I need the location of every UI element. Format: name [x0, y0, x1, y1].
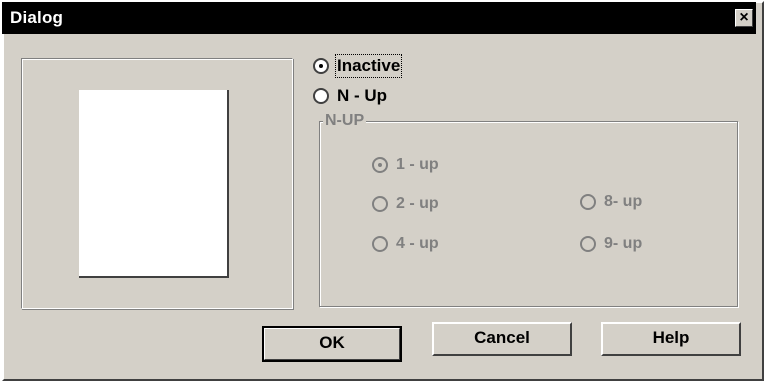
radio-1-up-label: 1 - up: [396, 156, 439, 173]
radio-inactive[interactable]: Inactive: [313, 54, 403, 78]
title-bar[interactable]: Dialog ×: [2, 2, 756, 34]
radio-4-up-indicator[interactable]: [372, 236, 388, 252]
radio-9-up-label: 9- up: [604, 235, 643, 252]
radio-4-up-label: 4 - up: [396, 235, 439, 252]
ok-button[interactable]: OK: [262, 326, 402, 362]
radio-8-up[interactable]: 8- up: [580, 193, 642, 211]
page-preview: [79, 90, 229, 278]
window-title: Dialog: [10, 8, 64, 27]
radio-9-up[interactable]: 9- up: [580, 235, 642, 253]
radio-8-up-label: 8- up: [604, 193, 643, 210]
radio-1-up-indicator[interactable]: [372, 157, 388, 173]
radio-2-up-label: 2 - up: [396, 195, 439, 212]
radio-inactive-label: Inactive: [334, 54, 403, 78]
radio-nup-label: N - Up: [337, 86, 388, 105]
radio-8-up-indicator[interactable]: [580, 194, 596, 210]
radio-2-up-indicator[interactable]: [372, 196, 388, 212]
radio-4-up[interactable]: 4 - up: [372, 235, 439, 253]
radio-nup-indicator[interactable]: [313, 88, 329, 104]
radio-1-up[interactable]: 1 - up: [372, 156, 439, 174]
cancel-button[interactable]: Cancel: [432, 322, 572, 356]
radio-2-up[interactable]: 2 - up: [372, 195, 439, 213]
radio-nup[interactable]: N - Up: [313, 86, 387, 106]
help-button[interactable]: Help: [601, 322, 741, 356]
nup-group-label: N-UP: [323, 112, 367, 130]
radio-inactive-indicator[interactable]: [313, 58, 329, 74]
radio-9-up-indicator[interactable]: [580, 236, 596, 252]
nup-groupbox: [319, 121, 738, 307]
close-icon[interactable]: ×: [735, 9, 753, 27]
